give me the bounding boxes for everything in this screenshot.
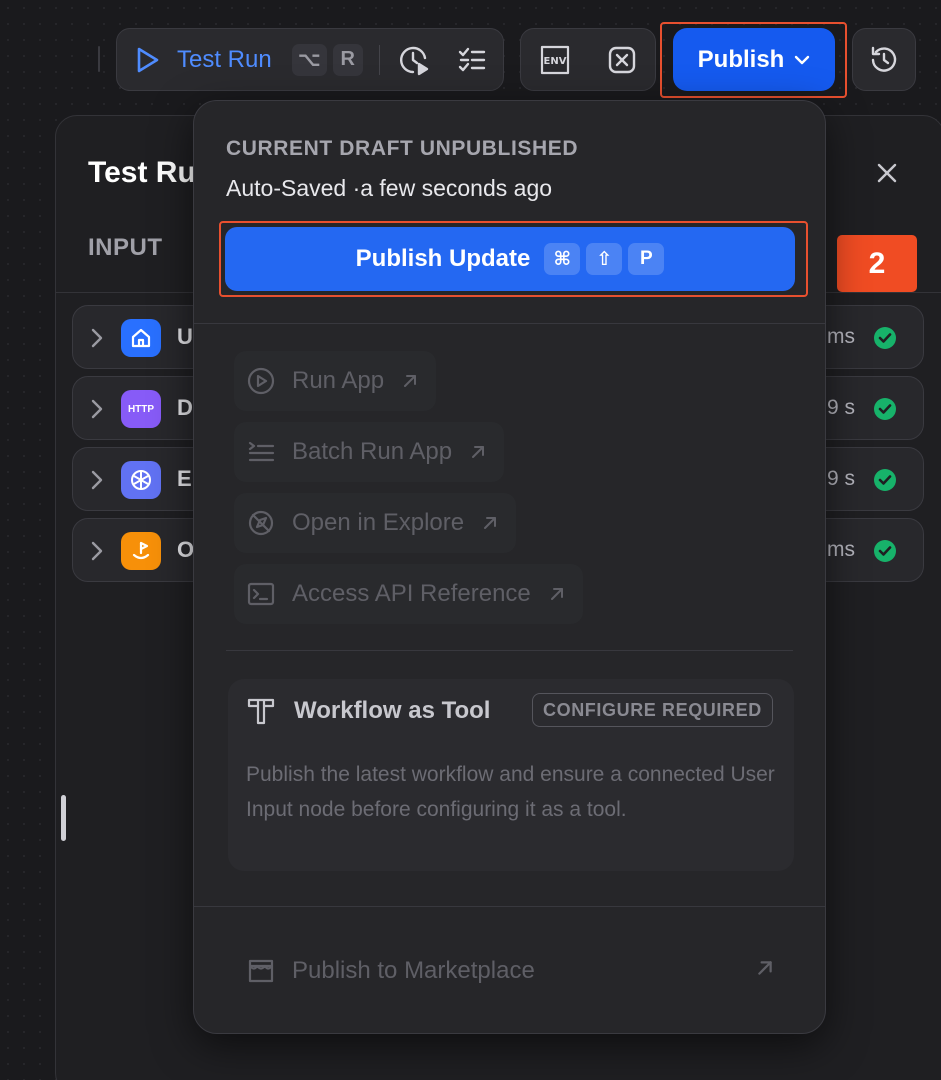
history-icon	[871, 46, 897, 72]
home-icon	[121, 319, 161, 357]
access-api-reference-item[interactable]: Access API Reference	[234, 564, 583, 624]
checklist-button[interactable]	[450, 38, 494, 82]
checklist-icon	[458, 47, 485, 71]
variable-icon	[608, 46, 635, 73]
chevron-right-icon	[91, 399, 103, 419]
publish-to-marketplace-item[interactable]: Publish to Marketplace	[234, 941, 790, 1001]
draft-status: CURRENT DRAFT UNPUBLISHED	[226, 137, 579, 160]
external-link-icon	[550, 588, 563, 600]
terminal-icon	[246, 579, 276, 609]
node-time: ms	[827, 325, 855, 348]
chevron-down-icon	[795, 55, 810, 64]
step-badge: 2	[837, 235, 917, 292]
version-history-button[interactable]	[862, 38, 906, 82]
publish-button[interactable]: Publish	[673, 28, 835, 91]
clock-play-icon	[399, 46, 428, 75]
external-link-icon	[404, 375, 417, 387]
publish-update-button[interactable]: Publish Update ⌘ ⇧ P	[225, 227, 795, 291]
success-check-icon	[874, 540, 896, 562]
toolbar-divider	[378, 44, 380, 75]
http-icon: HTTP	[121, 390, 161, 428]
publish-update-shortcut: ⌘ ⇧ P	[538, 243, 665, 275]
agent-icon	[121, 461, 161, 499]
external-link-icon	[472, 446, 485, 458]
close-icon[interactable]	[874, 160, 900, 186]
configure-required-badge: CONFIGURE REQUIRED	[532, 693, 773, 727]
test-run-label: Test Run	[177, 45, 272, 73]
node-name: O	[177, 537, 195, 562]
batch-run-app-item[interactable]: Batch Run App	[234, 422, 505, 482]
workflow-as-tool-title: Workflow as Tool	[294, 697, 491, 724]
popup-divider	[194, 323, 825, 324]
shortcut-key: ⌥	[291, 43, 327, 76]
run-toolbar-group: Test Run ⌥ R	[116, 28, 504, 91]
publish-to-marketplace-label: Publish to Marketplace	[292, 957, 535, 984]
batch-run-app-label: Batch Run App	[292, 438, 453, 465]
workflow-as-tool-description: Publish the latest workflow and ensure a…	[246, 763, 775, 821]
access-api-reference-label: Access API Reference	[292, 580, 531, 607]
resize-handle[interactable]	[61, 795, 66, 841]
open-in-explore-item[interactable]: Open in Explore	[234, 493, 517, 553]
toolbar-separator	[98, 46, 100, 72]
conversation-variables-button[interactable]	[600, 38, 644, 82]
chevron-right-icon	[91, 328, 103, 348]
batch-list-icon	[246, 437, 276, 467]
workflow-as-tool-card: Workflow as Tool CONFIGURE REQUIRED Publ…	[228, 679, 794, 871]
chevron-right-icon	[91, 470, 103, 490]
hammer-icon	[247, 698, 275, 725]
shortcut-key: P	[628, 243, 665, 275]
test-run-shortcut: ⌥ R	[286, 43, 363, 76]
tab-input[interactable]: INPUT	[88, 234, 163, 262]
test-run-button[interactable]: Test Run ⌥ R	[137, 29, 363, 90]
external-link-icon	[484, 517, 497, 529]
node-time: 9 s	[826, 467, 855, 490]
shortcut-key: R	[332, 43, 363, 76]
external-link-icon	[758, 961, 772, 975]
publish-update-label: Publish Update	[355, 245, 531, 272]
end-icon	[121, 532, 161, 570]
run-app-label: Run App	[292, 367, 385, 394]
success-check-icon	[874, 469, 896, 491]
svg-text:ENV: ENV	[543, 56, 566, 67]
chevron-right-icon	[91, 541, 103, 561]
history-toolbar-group	[852, 28, 916, 91]
node-time: 9 s	[826, 396, 855, 419]
autosave-status: Auto-Saved ·a few seconds ago	[226, 175, 553, 201]
play-circle-icon	[246, 366, 276, 396]
success-check-icon	[874, 327, 896, 349]
publish-label: Publish	[697, 45, 785, 73]
run-history-button[interactable]	[392, 38, 436, 82]
run-app-item[interactable]: Run App	[234, 351, 437, 411]
env-variables-button[interactable]: ENV	[533, 38, 577, 82]
open-in-explore-label: Open in Explore	[292, 509, 465, 536]
success-check-icon	[874, 398, 896, 420]
popup-divider	[226, 650, 793, 651]
publish-dropdown: CURRENT DRAFT UNPUBLISHED Auto-Saved ·a …	[193, 100, 826, 1034]
shortcut-key: ⇧	[586, 243, 623, 275]
node-name: U	[177, 324, 193, 349]
popup-divider	[194, 906, 825, 907]
node-name: D	[177, 395, 193, 420]
env-icon: ENV	[540, 45, 569, 74]
explore-icon	[246, 508, 276, 538]
shortcut-key: ⌘	[544, 243, 581, 275]
node-name: E	[177, 466, 192, 491]
node-time: ms	[827, 538, 855, 561]
play-icon	[137, 47, 159, 72]
panel-title: Test Ru	[88, 156, 196, 189]
variables-toolbar-group: ENV	[520, 28, 656, 91]
storefront-icon	[246, 956, 276, 986]
